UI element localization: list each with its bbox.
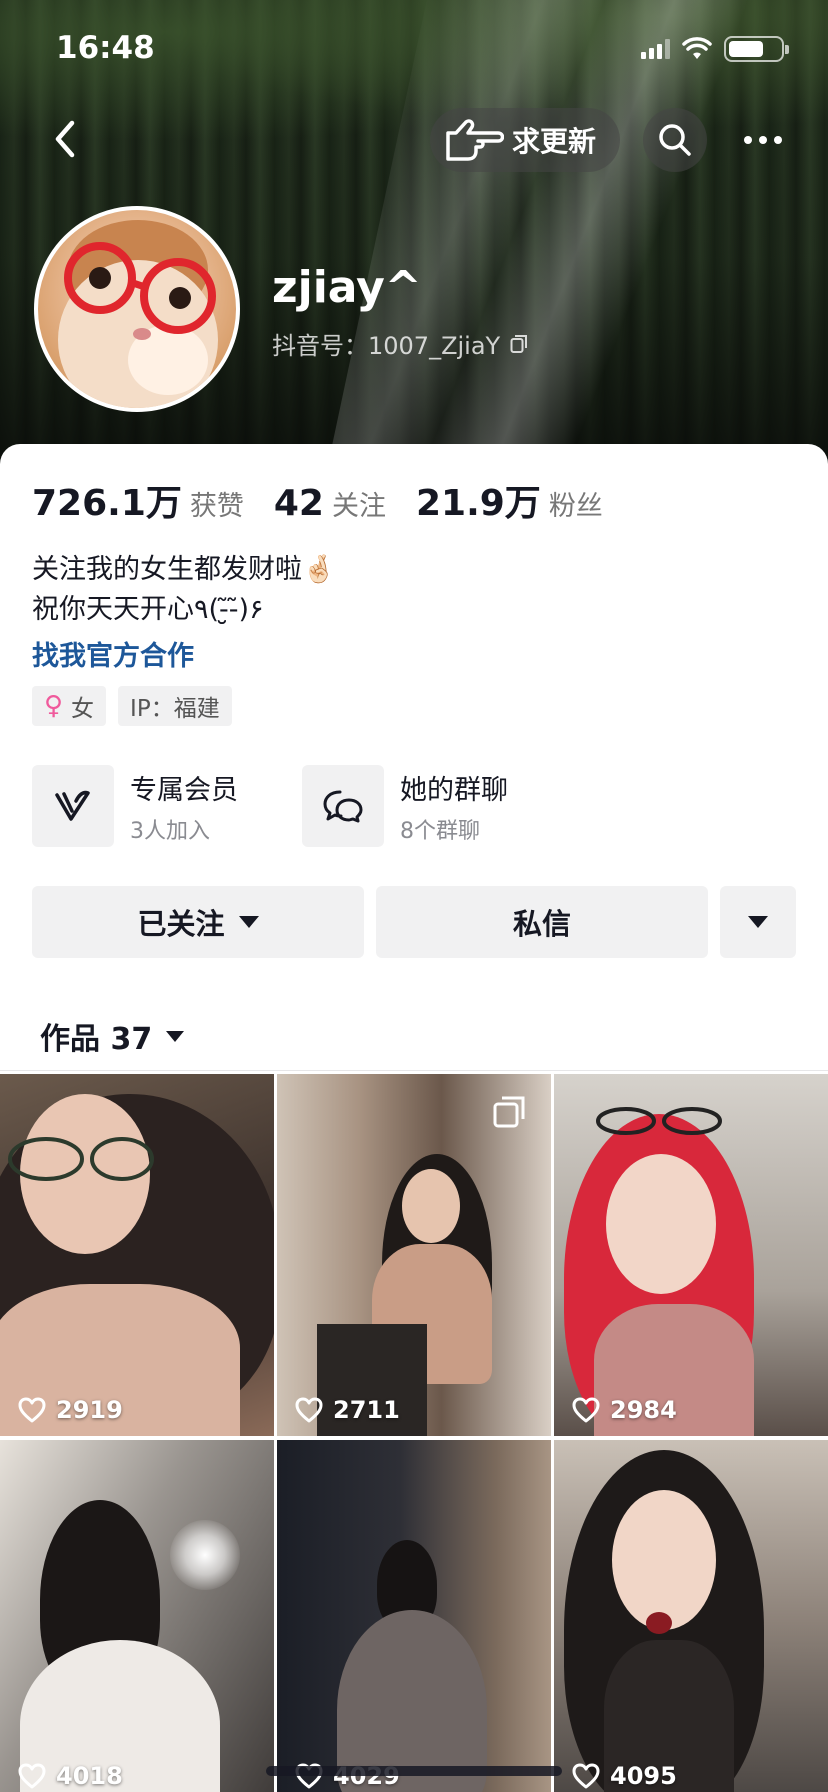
top-nav: 求更新 [0, 100, 828, 180]
group-chat-entry[interactable]: 她的群聊 8个群聊 [302, 764, 508, 848]
stat-followers-label: 粉丝 [548, 491, 603, 522]
video-thumbnail[interactable]: 4029 [277, 1440, 551, 1792]
video-likes: 2711 [295, 1396, 400, 1424]
message-button[interactable]: 私信 [376, 886, 708, 958]
ip-location-tag: IP：福建 [118, 686, 232, 726]
stat-likes-value: 726.1万 [32, 483, 182, 524]
heart-icon [295, 1397, 323, 1423]
status-icons [641, 36, 789, 62]
female-symbol-icon: ♀ [44, 691, 64, 721]
video-thumbnail[interactable]: 4095 [554, 1440, 828, 1792]
bio: 关注我的女生都发财啦🤞🏻 祝你天天开心٩(-̮̮̃-̃)۶ [32, 550, 336, 630]
chat-bubbles-icon [302, 765, 384, 847]
ip-location-label: IP：福建 [130, 696, 220, 722]
gender-tag: ♀ 女 [32, 686, 107, 726]
exclusive-membership-entry[interactable]: 专属会员 3人加入 [32, 764, 238, 848]
caret-down-icon [238, 916, 259, 928]
works-tab-label: 作品 37 [40, 1022, 153, 1057]
video-likes-count: 2711 [333, 1396, 400, 1424]
video-likes-count: 4095 [610, 1762, 677, 1790]
more-actions-button[interactable] [720, 886, 796, 958]
profile-tags: ♀ 女 IP：福建 [32, 686, 232, 726]
request-update-button[interactable]: 求更新 [430, 108, 620, 172]
video-likes: 2919 [18, 1396, 123, 1424]
stats-row: 726.1万 获赞 42 关注 21.9万 粉丝 [32, 474, 633, 526]
status-time: 16:48 [56, 30, 155, 66]
multi-image-icon [493, 1096, 527, 1134]
stat-followers-value: 21.9万 [415, 483, 541, 524]
chevron-left-icon [55, 120, 75, 158]
video-likes-count: 2984 [610, 1396, 677, 1424]
stat-followers[interactable]: 21.9万 粉丝 [416, 474, 603, 526]
video-thumbnail[interactable]: 4018 [0, 1440, 274, 1792]
heart-icon [572, 1763, 600, 1789]
username: zjiay^ [272, 262, 422, 313]
cellular-signal-icon [641, 39, 670, 59]
more-button[interactable] [731, 108, 795, 172]
search-button[interactable] [643, 108, 707, 172]
video-likes-count: 4018 [56, 1762, 123, 1790]
caret-down-icon [166, 1030, 185, 1042]
works-grid: 2919 2711 2984 4018 4029 4095 [0, 1074, 828, 1792]
video-likes: 4018 [18, 1762, 123, 1790]
stat-following[interactable]: 42 关注 [274, 483, 386, 524]
pointing-hand-icon [446, 119, 504, 161]
bio-line: 祝你天天开心٩(-̮̮̃-̃)۶ [32, 594, 264, 625]
back-button[interactable] [40, 114, 90, 164]
feature-title: 她的群聊 [400, 774, 508, 806]
stat-likes: 726.1万 获赞 [32, 474, 244, 526]
divider [0, 1070, 828, 1071]
douyin-id: 抖音号：1007_ZjiaY [272, 326, 528, 361]
feature-title: 专属会员 [130, 774, 238, 806]
wifi-icon [682, 37, 712, 59]
feature-entries: 专属会员 3人加入 她的群聊 8个群聊 [32, 764, 812, 848]
gender-tag-label: 女 [71, 696, 95, 722]
business-cooperation-link[interactable]: 找我官方合作 [32, 634, 194, 673]
home-indicator[interactable] [266, 1766, 562, 1776]
video-likes: 4095 [572, 1762, 677, 1790]
more-dots-icon [744, 136, 782, 144]
copy-icon[interactable] [510, 334, 528, 354]
caret-down-icon [748, 916, 768, 928]
video-thumbnail[interactable]: 2711 [277, 1074, 551, 1436]
action-buttons: 已关注 私信 [32, 886, 796, 958]
video-thumbnail[interactable]: 2984 [554, 1074, 828, 1436]
feature-subtitle: 8个群聊 [400, 818, 480, 844]
followed-button[interactable]: 已关注 [32, 886, 364, 958]
stat-following-label: 关注 [331, 491, 386, 522]
battery-icon [724, 36, 789, 62]
stat-likes-label: 获赞 [189, 491, 244, 522]
message-label: 私信 [512, 907, 571, 941]
stat-following-value: 42 [273, 483, 324, 524]
followed-label: 已关注 [137, 907, 225, 941]
heart-icon [572, 1397, 600, 1423]
douyin-id-text: 抖音号：1007_ZjiaY [272, 332, 501, 360]
bio-line: 关注我的女生都发财啦🤞🏻 [32, 554, 336, 585]
status-bar: 16:48 [0, 0, 828, 100]
heart-icon [18, 1397, 46, 1423]
search-icon [659, 124, 691, 156]
avatar[interactable] [34, 206, 240, 412]
tab-works[interactable]: 作品 37 [40, 1014, 185, 1058]
video-thumbnail[interactable]: 2919 [0, 1074, 274, 1436]
video-likes-count: 2919 [56, 1396, 123, 1424]
video-likes: 2984 [572, 1396, 677, 1424]
vip-v-icon [32, 765, 114, 847]
request-update-label: 求更新 [512, 125, 597, 158]
avatar-cat-image [58, 220, 218, 408]
heart-icon [18, 1763, 46, 1789]
feature-subtitle: 3人加入 [130, 818, 210, 844]
